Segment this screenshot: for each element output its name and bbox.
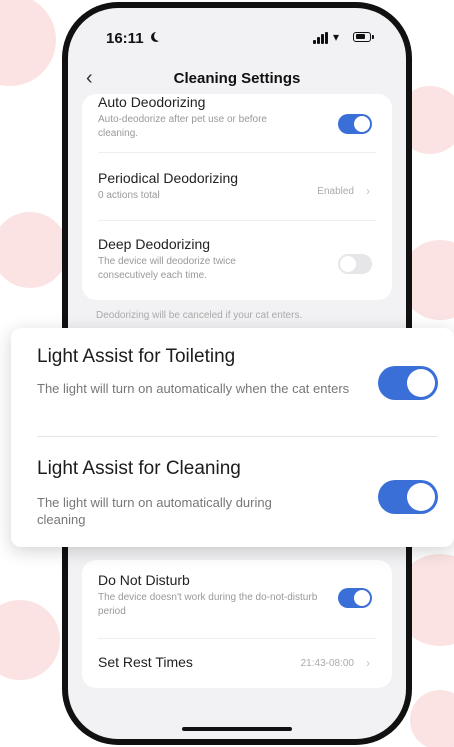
do-not-disturb-card: Do Not Disturb The device doesn't work d… bbox=[82, 560, 392, 688]
chevron-right-icon: › bbox=[366, 656, 370, 670]
divider bbox=[98, 638, 376, 639]
home-indicator bbox=[182, 727, 292, 731]
deep-deodorizing-subtitle: The device will deodorize twice consecut… bbox=[98, 256, 236, 281]
page-title: Cleaning Settings bbox=[173, 70, 301, 87]
light-assist-cleaning-toggle[interactable] bbox=[378, 480, 438, 514]
battery-cap bbox=[372, 35, 374, 39]
deodorizing-card: Auto Deodorizing Auto-deodorize after pe… bbox=[82, 94, 392, 300]
light-assist-toileting-subtitle: The light will turn on automatically whe… bbox=[37, 381, 350, 396]
divider bbox=[98, 152, 376, 153]
periodical-deodorizing-title: Periodical Deodorizing bbox=[98, 170, 239, 186]
do-not-disturb-subtitle: The device doesn't work during the do-no… bbox=[98, 592, 318, 617]
deodorizing-note: Deodorizing will be canceled if your cat… bbox=[96, 310, 303, 321]
status-bar: 16:11 ▾ bbox=[68, 8, 406, 64]
divider bbox=[37, 436, 438, 437]
moon-icon bbox=[154, 31, 164, 41]
light-assist-cleaning-title: Light Assist for Cleaning bbox=[37, 458, 241, 479]
light-assist-panel: Light Assist for Toileting The light wil… bbox=[11, 328, 454, 547]
do-not-disturb-row: Do Not Disturb The device doesn't work d… bbox=[98, 572, 376, 619]
deep-deodorizing-toggle[interactable] bbox=[338, 254, 372, 274]
chevron-right-icon: › bbox=[366, 184, 370, 198]
wifi-icon: ▾ bbox=[333, 30, 340, 44]
do-not-disturb-title: Do Not Disturb bbox=[98, 572, 190, 588]
deep-deodorizing-row: Deep Deodorizing The device will deodori… bbox=[98, 236, 376, 283]
auto-deodorizing-toggle[interactable] bbox=[338, 114, 372, 134]
divider bbox=[98, 220, 376, 221]
do-not-disturb-toggle[interactable] bbox=[338, 588, 372, 608]
light-assist-cleaning-subtitle: The light will turn on automatically dur… bbox=[37, 495, 272, 527]
nav-bar: ‹ Cleaning Settings bbox=[68, 64, 406, 96]
auto-deodorizing-subtitle: Auto-deodorize after pet use or before c… bbox=[98, 114, 267, 139]
status-time: 16:11 bbox=[106, 30, 144, 47]
set-rest-times-value: 21:43-08:00 bbox=[300, 658, 354, 669]
battery-icon bbox=[353, 32, 371, 42]
signal-icon bbox=[313, 32, 329, 44]
periodical-deodorizing-value: Enabled bbox=[317, 186, 354, 197]
auto-deodorizing-row: Auto Deodorizing Auto-deodorize after pe… bbox=[98, 94, 376, 141]
light-assist-toileting-toggle[interactable] bbox=[378, 366, 438, 400]
light-assist-toileting-title: Light Assist for Toileting bbox=[37, 346, 236, 367]
auto-deodorizing-title: Auto Deodorizing bbox=[98, 94, 206, 110]
deep-deodorizing-title: Deep Deodorizing bbox=[98, 236, 211, 252]
